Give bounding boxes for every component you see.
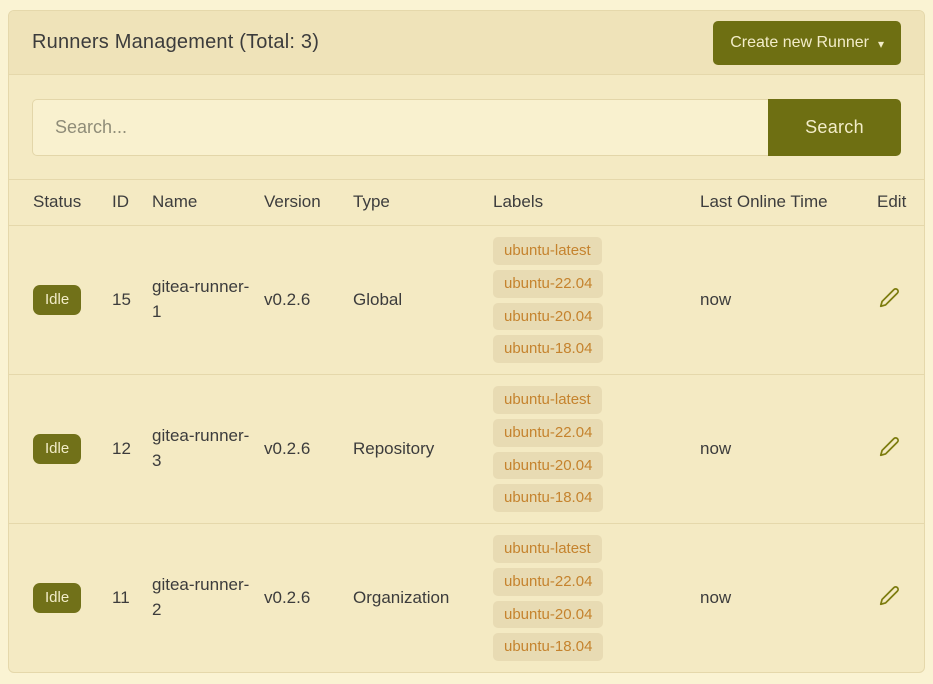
last-online-time: now [700, 437, 877, 462]
table-row: Idle 15 gitea-runner-1 v0.2.6 Global ubu… [9, 226, 924, 374]
table-row: Idle 12 gitea-runner-3 v0.2.6 Repository… [9, 374, 924, 523]
status-cell: Idle [33, 583, 112, 613]
chevron-down-icon: ▾ [878, 38, 884, 50]
runner-name: gitea-runner-3 [152, 424, 264, 473]
label-chip: ubuntu-latest [493, 535, 602, 563]
label-chip: ubuntu-18.04 [493, 335, 603, 363]
column-header-edit: Edit [877, 190, 924, 215]
runner-type: Repository [353, 437, 493, 462]
runner-labels: ubuntu-latest ubuntu-22.04 ubuntu-20.04 … [493, 375, 700, 523]
label-chip: ubuntu-20.04 [493, 601, 603, 629]
label-chip: ubuntu-18.04 [493, 484, 603, 512]
runner-type: Global [353, 288, 493, 313]
create-runner-button[interactable]: Create new Runner ▾ [713, 21, 901, 65]
pencil-icon [879, 287, 900, 308]
runners-table: Status ID Name Version Type Labels Last … [9, 179, 924, 672]
runner-labels: ubuntu-latest ubuntu-22.04 ubuntu-20.04 … [493, 226, 700, 374]
search-section: Search [9, 75, 924, 179]
label-chip: ubuntu-20.04 [493, 303, 603, 331]
label-chip: ubuntu-latest [493, 386, 602, 414]
search-input[interactable] [32, 99, 768, 156]
create-runner-label: Create new Runner [730, 34, 869, 52]
runner-version: v0.2.6 [264, 288, 353, 313]
page-title: Runners Management (Total: 3) [32, 31, 319, 54]
runner-name: gitea-runner-2 [152, 573, 264, 622]
column-header-labels: Labels [493, 190, 700, 215]
status-badge: Idle [33, 285, 81, 315]
column-header-last-online-time: Last Online Time [700, 190, 877, 215]
runner-version: v0.2.6 [264, 437, 353, 462]
table-row: Idle 11 gitea-runner-2 v0.2.6 Organizati… [9, 523, 924, 672]
status-badge: Idle [33, 583, 81, 613]
runners-panel: Runners Management (Total: 3) Create new… [8, 10, 925, 673]
panel-header: Runners Management (Total: 3) Create new… [9, 11, 924, 75]
runner-labels: ubuntu-latest ubuntu-22.04 ubuntu-20.04 … [493, 524, 700, 672]
label-chip: ubuntu-22.04 [493, 419, 603, 447]
pencil-icon [879, 585, 900, 606]
last-online-time: now [700, 288, 877, 313]
edit-runner-button[interactable] [877, 434, 902, 459]
pencil-icon [879, 436, 900, 457]
search-button[interactable]: Search [768, 99, 901, 156]
label-chip: ubuntu-latest [493, 237, 602, 265]
label-chip: ubuntu-18.04 [493, 633, 603, 661]
column-header-name: Name [152, 190, 264, 215]
status-cell: Idle [33, 434, 112, 464]
column-header-status: Status [33, 190, 112, 215]
column-header-version: Version [264, 190, 353, 215]
edit-runner-button[interactable] [877, 583, 902, 608]
edit-runner-button[interactable] [877, 285, 902, 310]
status-cell: Idle [33, 285, 112, 315]
runner-id: 11 [112, 586, 152, 611]
runner-id: 12 [112, 437, 152, 462]
column-header-id: ID [112, 190, 152, 215]
runner-name: gitea-runner-1 [152, 275, 264, 324]
table-header-row: Status ID Name Version Type Labels Last … [9, 179, 924, 226]
last-online-time: now [700, 586, 877, 611]
runner-type: Organization [353, 586, 493, 611]
status-badge: Idle [33, 434, 81, 464]
label-chip: ubuntu-22.04 [493, 568, 603, 596]
column-header-type: Type [353, 190, 493, 215]
label-chip: ubuntu-20.04 [493, 452, 603, 480]
runner-version: v0.2.6 [264, 586, 353, 611]
label-chip: ubuntu-22.04 [493, 270, 603, 298]
runner-id: 15 [112, 288, 152, 313]
